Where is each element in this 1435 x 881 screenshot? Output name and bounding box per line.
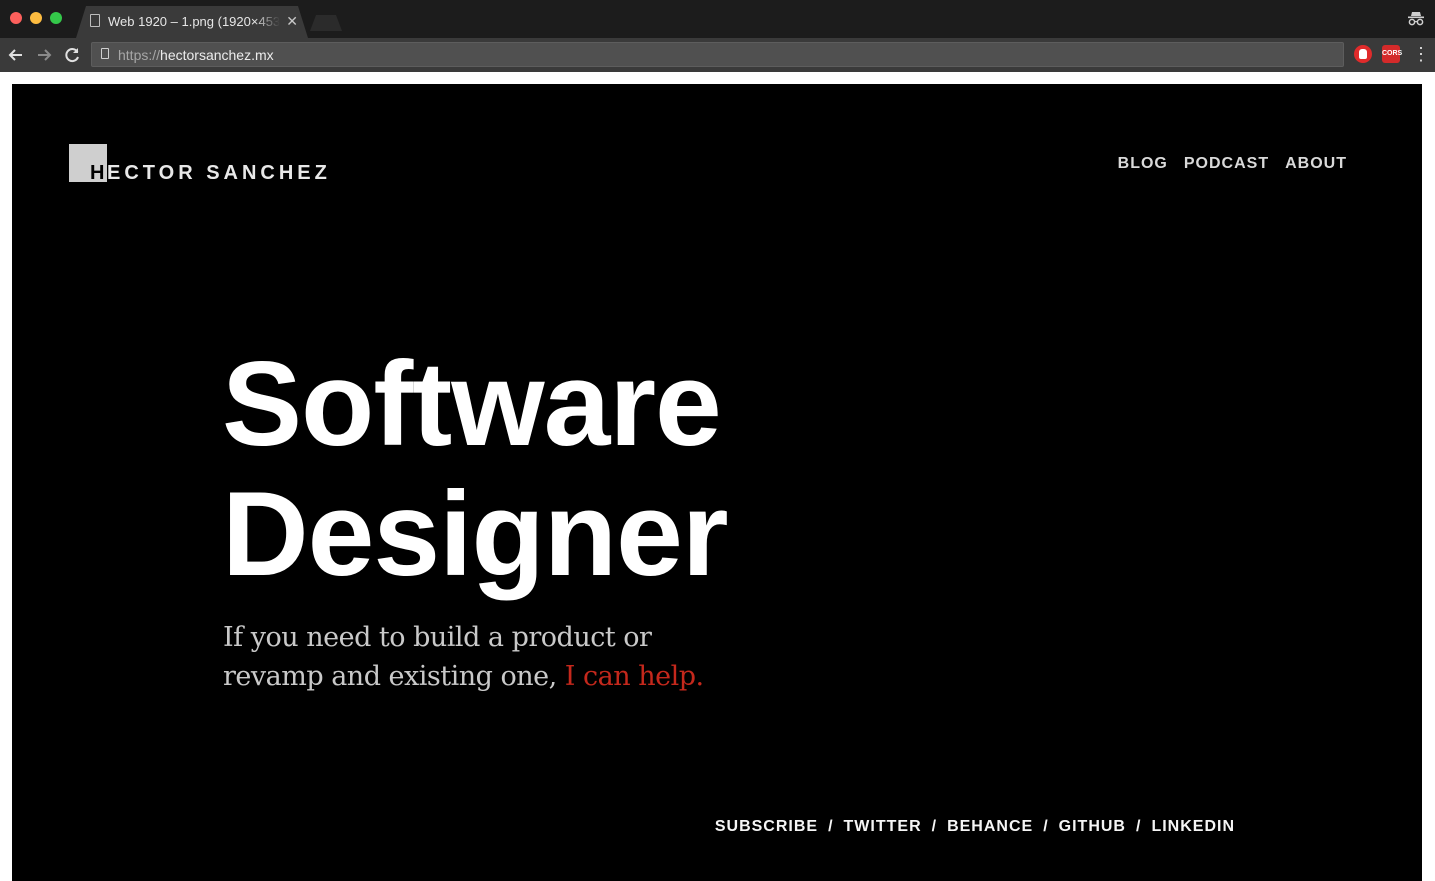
forward-arrow-icon[interactable] [33,44,55,66]
maximize-window-button[interactable] [50,12,62,24]
hero-title-line1: Software [222,337,722,471]
social-subscribe[interactable]: SUBSCRIBE [715,818,818,836]
social-separator: / [931,818,938,835]
url-text: https://hectorsanchez.mx [118,47,274,63]
hero-subtitle: If you need to build a product or revamp… [223,618,743,696]
hero-title: Software Designer [222,337,729,601]
browser-menu-icon[interactable]: ⋮ [1412,45,1430,64]
nav-blog[interactable]: BLOG [1118,155,1168,173]
url-scheme: https:// [118,47,161,63]
website: H ECTOR SANCHEZ BLOG PODCAST ABOUT Softw… [12,84,1422,881]
adblock-extension-icon[interactable] [1354,45,1372,63]
social-behance[interactable]: BEHANCE [947,818,1033,836]
incognito-icon [1408,12,1424,26]
new-tab-button[interactable] [310,15,342,31]
url-host: hectorsanchez.mx [160,47,274,63]
nav-podcast[interactable]: PODCAST [1184,155,1269,173]
minimize-window-button[interactable] [30,12,42,24]
browser-toolbar: https://hectorsanchez.mx CORS ⋮ [0,38,1435,72]
site-nav: BLOG PODCAST ABOUT [1118,155,1347,173]
nav-about[interactable]: ABOUT [1285,155,1347,173]
hero-title-line2: Designer [222,467,729,601]
file-icon [90,14,100,27]
tab-title: Web 1920 – 1.png (1920×4531) [108,14,280,29]
back-arrow-icon[interactable] [5,44,27,66]
social-separator: / [1135,818,1142,835]
browser-tab-bar: Web 1920 – 1.png (1920×4531) ✕ [0,0,1435,38]
social-twitter[interactable]: TWITTER [844,818,922,836]
cors-extension-icon[interactable]: CORS [1382,45,1402,63]
logo-text[interactable]: ECTOR SANCHEZ [107,162,331,185]
close-window-button[interactable] [10,12,22,24]
browser-tab[interactable]: Web 1920 – 1.png (1920×4531) ✕ [76,6,308,38]
social-separator: / [1043,818,1049,835]
social-github[interactable]: GITHUB [1059,818,1126,836]
page-icon [101,48,109,59]
social-linkedin[interactable]: LINKEDIN [1151,818,1235,836]
reload-icon[interactable] [61,44,83,66]
social-links: SUBSCRIBE / TWITTER / BEHANCE / GITHUB /… [715,818,1235,836]
social-separator: / [828,818,834,835]
address-bar[interactable]: https://hectorsanchez.mx [91,42,1344,67]
hero-subtitle-accent[interactable]: I can help. [565,661,704,692]
tab-close-icon[interactable]: ✕ [286,13,298,29]
logo-initial[interactable]: H [90,162,107,185]
page-viewport: H ECTOR SANCHEZ BLOG PODCAST ABOUT Softw… [0,72,1435,881]
